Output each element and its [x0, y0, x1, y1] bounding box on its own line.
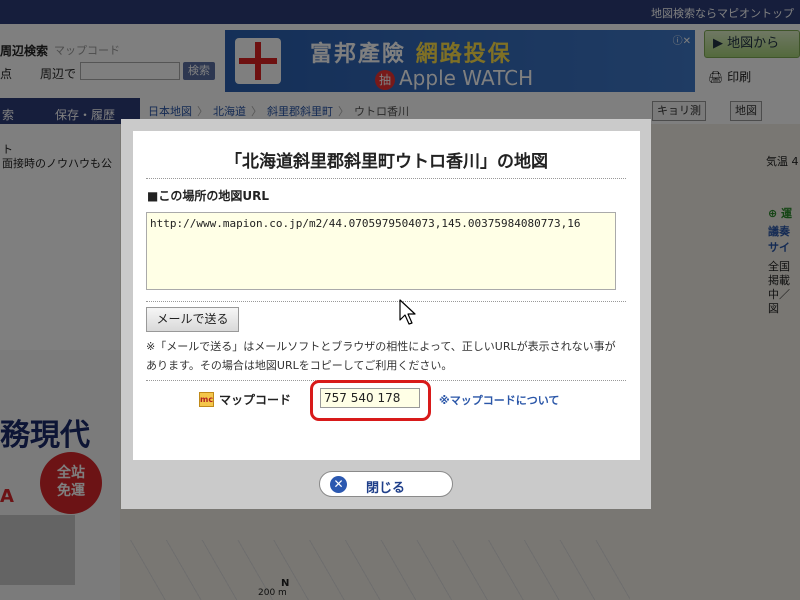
send-mail-button[interactable]: メールで送る — [146, 307, 239, 332]
mouse-cursor-icon — [399, 299, 416, 325]
divider — [146, 301, 626, 302]
map-url-textarea[interactable]: http://www.mapion.co.jp/m2/44.0705979504… — [146, 212, 616, 290]
close-label: 閉じる — [366, 481, 406, 496]
close-icon: ✕ — [330, 476, 347, 493]
mapcode-icon: mc — [199, 392, 214, 407]
close-button[interactable]: ✕ 閉じる — [319, 471, 453, 497]
mail-note: ※「メールで送る」はメールソフトとブラウザの相性によって、正しいURLが表示され… — [146, 340, 616, 372]
map-url-dialog: 「北海道斜里郡斜里町ウトロ香川」の地図 ■この場所の地図URL http://w… — [133, 131, 640, 460]
dialog-title: 「北海道斜里郡斜里町ウトロ香川」の地図 — [225, 152, 548, 172]
url-heading: ■この場所の地図URL — [147, 189, 269, 203]
mapcode-field[interactable] — [320, 388, 420, 408]
mapcode-about-link[interactable]: ※マップコードについて — [439, 392, 559, 408]
mapcode-label: マップコード — [219, 393, 292, 407]
divider — [146, 178, 626, 179]
